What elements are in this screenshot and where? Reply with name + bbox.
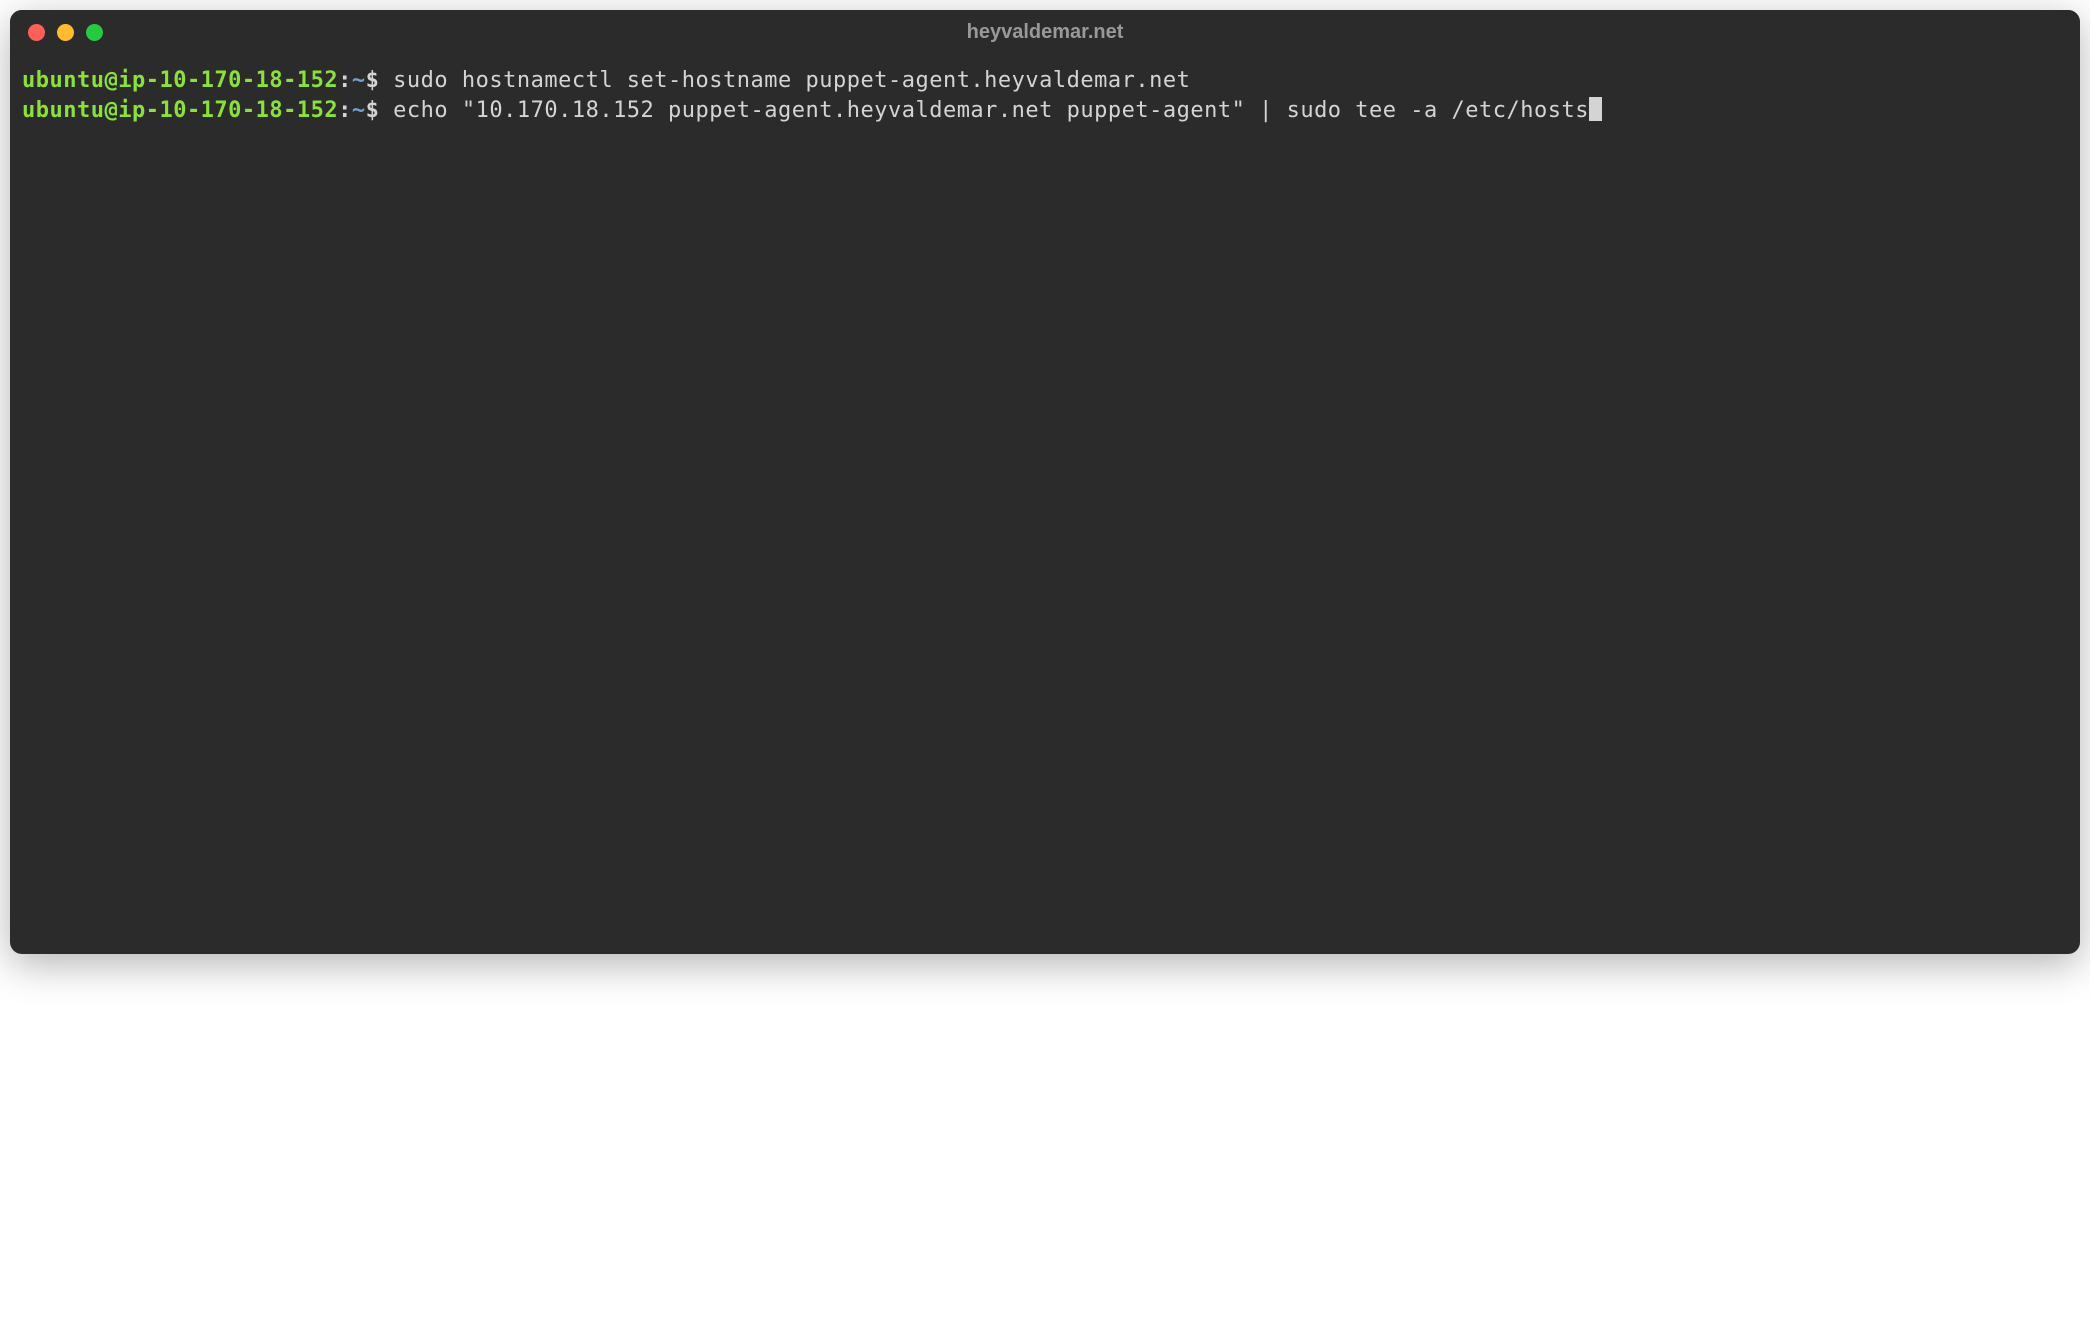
terminal-content[interactable]: ubuntu@ip-10-170-18-152:~$ sudo hostname… (10, 54, 2080, 954)
prompt-user-host: ubuntu@ip-10-170-18-152 (22, 68, 338, 93)
minimize-button[interactable] (57, 24, 74, 41)
command-text: sudo hostnamectl set-hostname puppet-age… (393, 68, 1190, 93)
traffic-lights (28, 24, 103, 41)
terminal-window: heyvaldemar.net ubuntu@ip-10-170-18-152:… (10, 10, 2080, 954)
prompt-path: ~ (352, 68, 366, 93)
prompt-path: ~ (352, 98, 366, 123)
maximize-button[interactable] (86, 24, 103, 41)
prompt-symbol: $ (366, 98, 380, 123)
terminal-line: ubuntu@ip-10-170-18-152:~$ sudo hostname… (22, 66, 2068, 96)
terminal-line: ubuntu@ip-10-170-18-152:~$ echo "10.170.… (22, 96, 2068, 126)
prompt-colon: : (338, 68, 352, 93)
cursor (1589, 97, 1602, 121)
title-bar: heyvaldemar.net (10, 10, 2080, 54)
prompt-user-host: ubuntu@ip-10-170-18-152 (22, 98, 338, 123)
prompt-symbol: $ (366, 68, 380, 93)
command-text (379, 68, 393, 93)
command-text (379, 98, 393, 123)
close-button[interactable] (28, 24, 45, 41)
window-title: heyvaldemar.net (967, 21, 1124, 44)
command-text: echo "10.170.18.152 puppet-agent.heyvald… (393, 98, 1589, 123)
prompt-colon: : (338, 98, 352, 123)
